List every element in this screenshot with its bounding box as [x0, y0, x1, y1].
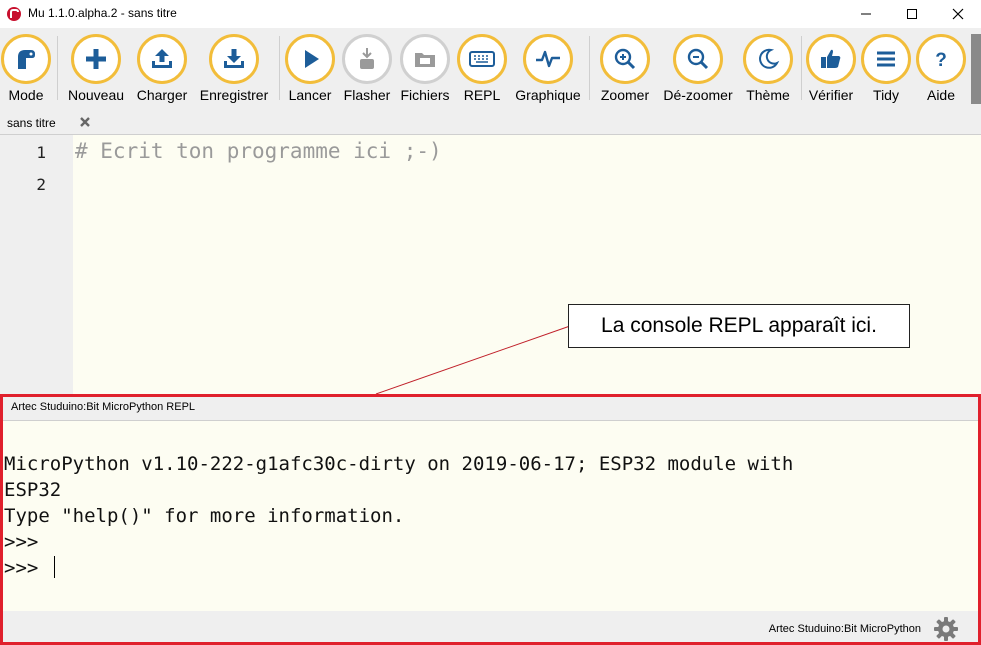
tab-label: sans titre: [7, 116, 56, 130]
thumbs-up-icon: [821, 49, 841, 68]
upload-icon: [152, 49, 172, 68]
line-number: 1: [36, 143, 46, 162]
mode-icon: [18, 50, 35, 69]
lines-icon: [877, 51, 895, 67]
save-button[interactable]: Enregistrer: [199, 34, 269, 110]
tab-bar: sans titre: [0, 112, 981, 135]
text-cursor: [53, 556, 55, 578]
app-logo-icon: [7, 7, 21, 21]
repl-output: MicroPython v1.10-222-g1afc30c-dirty on …: [4, 453, 794, 579]
svg-text:?: ?: [935, 50, 947, 71]
help-label: Aide: [926, 87, 956, 103]
keyboard-icon: [469, 51, 495, 67]
repl-title: Artec Studuino:Bit MicroPython REPL: [11, 401, 196, 413]
repl-header: Artec Studuino:Bit MicroPython REPL: [0, 394, 981, 421]
load-button[interactable]: Charger: [127, 34, 197, 110]
close-window-button[interactable]: [935, 0, 981, 28]
window-title: Mu 1.1.0.alpha.2 - sans titre: [28, 6, 177, 20]
tab-untitled[interactable]: sans titre: [0, 112, 100, 134]
gear-icon[interactable]: [933, 616, 959, 642]
repl-pane: Artec Studuino:Bit MicroPython REPL Micr…: [0, 394, 981, 645]
code-line[interactable]: # Ecrit ton programme ici ;-): [75, 139, 442, 163]
moon-icon: [759, 48, 780, 69]
line-number: 2: [36, 175, 46, 194]
zoom-out-icon: [687, 48, 709, 70]
flash-icon: [360, 48, 374, 69]
plotter-button[interactable]: Graphique: [513, 34, 583, 110]
help-button[interactable]: ? Aide: [906, 34, 976, 110]
close-icon: [952, 8, 964, 20]
title-bar: Mu 1.1.0.alpha.2 - sans titre: [0, 0, 981, 28]
minimize-icon: [861, 13, 871, 15]
download-icon: [224, 49, 244, 68]
play-icon: [305, 50, 319, 68]
code-editor[interactable]: 1 2 # Ecrit ton programme ici ;-): [0, 135, 981, 394]
minimize-button[interactable]: [843, 0, 889, 28]
files-icon: [415, 53, 435, 67]
repl-console[interactable]: MicroPython v1.10-222-g1afc30c-dirty on …: [0, 421, 981, 611]
question-icon: ?: [935, 50, 947, 71]
close-icon[interactable]: [78, 115, 92, 129]
plotter-icon: [536, 50, 560, 68]
annotation-callout: La console REPL apparaît ici.: [568, 304, 910, 348]
toolbar-scrollbar[interactable]: [971, 34, 981, 104]
zoom-in-icon: [614, 48, 636, 70]
status-bar: Artec Studuino:Bit MicroPython: [0, 611, 981, 645]
zoom-in-button[interactable]: Zoomer: [590, 34, 660, 110]
status-mode: Artec Studuino:Bit MicroPython: [768, 623, 921, 635]
maximize-icon: [907, 9, 917, 19]
line-number-gutter: 1 2: [0, 135, 73, 394]
maximize-button[interactable]: [889, 0, 935, 28]
plus-icon: [86, 49, 106, 69]
toolbar: Mode Nouveau Charger Enregistrer Lancer …: [0, 28, 981, 112]
